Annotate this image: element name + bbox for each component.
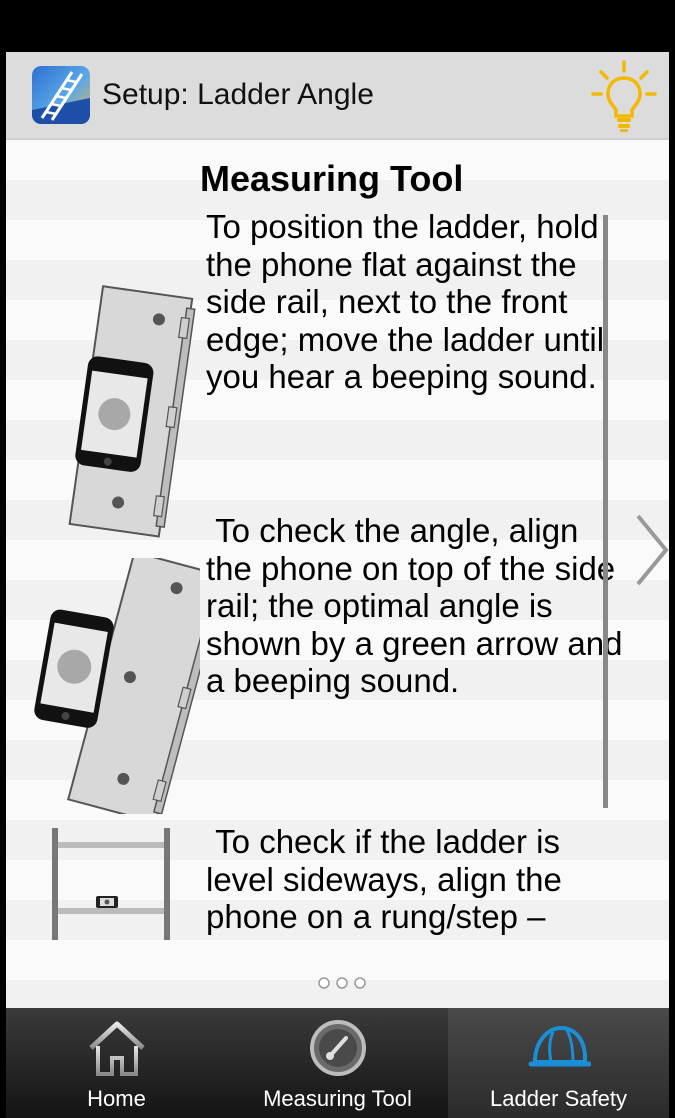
page-indicator xyxy=(316,976,370,990)
app-window: Setup: Ladder Angle Measuring Tool To po… xyxy=(6,0,669,1118)
phone-on-rung-illustration xyxy=(48,828,178,940)
section-heading: Measuring Tool xyxy=(200,158,464,199)
page-title: Setup: Ladder Angle xyxy=(102,78,374,111)
phone-on-rail-top-illustration xyxy=(30,550,224,824)
instruction-paragraph-1: To position the ladder, hold the phone f… xyxy=(206,208,605,395)
tab-home[interactable]: Home xyxy=(6,1008,227,1118)
scrollbar[interactable] xyxy=(603,215,608,808)
status-bar xyxy=(6,0,669,52)
lightbulb-icon[interactable] xyxy=(589,58,659,134)
tab-ladder-safety[interactable]: Ladder Safety xyxy=(448,1008,669,1118)
instruction-paragraph-3: To check if the ladder is level sideways… xyxy=(206,823,572,935)
tab-measuring-tool[interactable]: Measuring Tool xyxy=(227,1008,448,1118)
phone-on-side-rail-illustration xyxy=(46,280,196,540)
app-bar: Setup: Ladder Angle xyxy=(6,52,669,140)
instructions-page: Measuring Tool To position the ladder, h… xyxy=(6,140,669,1008)
bottom-tab-bar: Home Measuring Tool Ladder Safety xyxy=(6,1008,669,1118)
gauge-icon xyxy=(306,1018,370,1078)
hard-hat-icon xyxy=(527,1018,591,1078)
chevron-right-icon[interactable] xyxy=(632,510,669,590)
home-icon xyxy=(85,1018,149,1078)
ladder-app-icon[interactable] xyxy=(32,66,90,124)
instruction-paragraph-2: To check the angle, align the phone on t… xyxy=(206,512,632,699)
tab-measuring-tool-label: Measuring Tool xyxy=(263,1086,412,1111)
tab-ladder-safety-label: Ladder Safety xyxy=(490,1086,627,1111)
tab-home-label: Home xyxy=(87,1086,146,1111)
